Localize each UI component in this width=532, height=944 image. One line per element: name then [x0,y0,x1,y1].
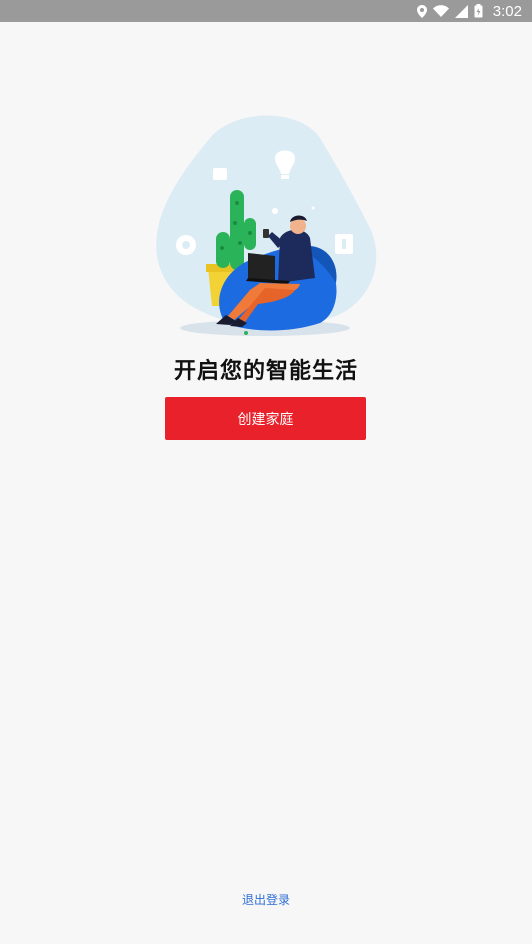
location-icon [416,4,427,18]
battery-icon [474,4,483,18]
status-bar: 3:02 [0,0,532,22]
logout-link[interactable]: 退出登录 [0,891,532,908]
status-icons: 3:02 [416,2,522,20]
page-title: 开启您的智能生活 [173,359,358,384]
create-home-button[interactable]: 创建家庭 [165,397,366,440]
status-time: 3:02 [492,2,522,20]
wifi-icon [432,5,449,17]
app-screen: 3:02 开启您的智能生活 创建家庭 退出登录 [0,0,532,944]
smart-life-illustration [150,108,384,340]
signal-icon [454,4,468,18]
